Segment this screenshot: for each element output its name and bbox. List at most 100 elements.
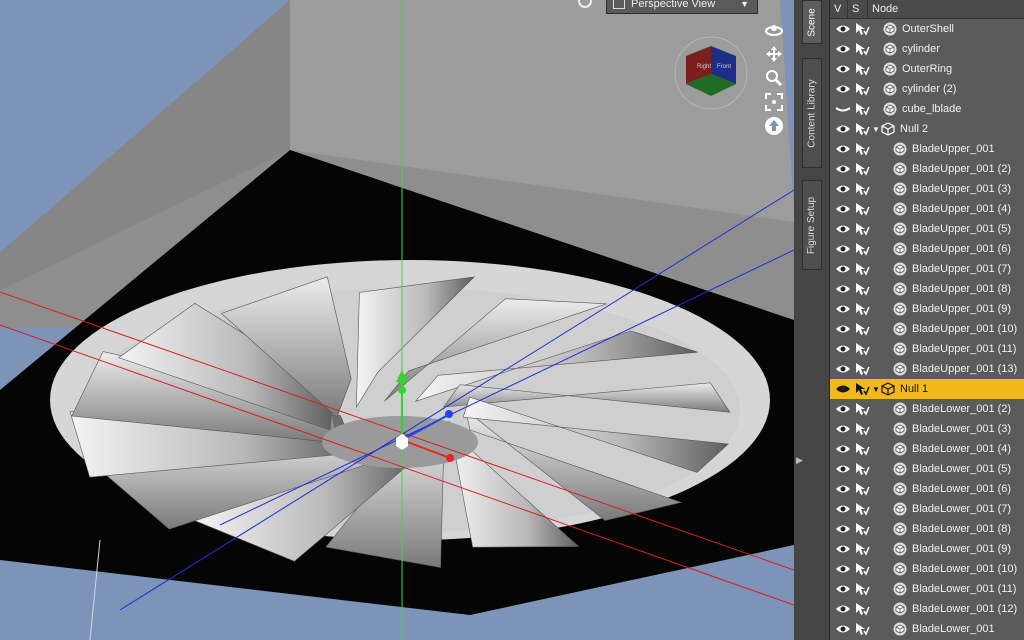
selectable-arrow-icon[interactable] [854,342,870,356]
selectable-arrow-icon[interactable] [854,362,870,376]
visibility-eye-icon[interactable] [834,84,852,94]
scene-row[interactable]: ▼ Null 1 [830,379,1024,399]
pan-icon[interactable] [764,42,784,66]
tab-content-library[interactable]: Content Library [802,58,822,168]
visibility-eye-icon[interactable] [834,44,852,54]
scene-row[interactable]: BladeLower_001 (5) [830,459,1024,479]
selectable-arrow-icon[interactable] [854,262,870,276]
scene-row[interactable]: BladeUpper_001 (11) [830,339,1024,359]
visibility-eye-icon[interactable] [834,384,852,394]
selectable-arrow-icon[interactable] [854,502,870,516]
visibility-eye-icon[interactable] [834,204,852,214]
view-selector[interactable]: Perspective View ▼ [606,0,758,14]
visibility-eye-icon[interactable] [834,264,852,274]
selectable-arrow-icon[interactable] [854,622,870,636]
selectable-arrow-icon[interactable] [854,202,870,216]
visibility-eye-icon[interactable] [834,424,852,434]
visibility-eye-icon[interactable] [834,404,852,414]
scene-row[interactable]: BladeLower_001 (6) [830,479,1024,499]
selectable-arrow-icon[interactable] [854,322,870,336]
selectable-arrow-icon[interactable] [854,402,870,416]
scene-row[interactable]: OuterShell [830,19,1024,39]
scene-row[interactable]: BladeUpper_001 (8) [830,279,1024,299]
visibility-eye-icon[interactable] [834,64,852,74]
visibility-eye-icon[interactable] [834,584,852,594]
visibility-eye-icon[interactable] [834,544,852,554]
selectable-arrow-icon[interactable] [854,442,870,456]
col-visible[interactable]: V [830,0,848,18]
visibility-eye-icon[interactable] [834,524,852,534]
visibility-eye-icon[interactable] [834,364,852,374]
scene-row[interactable]: ▼ Null 2 [830,119,1024,139]
tab-scene[interactable]: Scene [802,0,822,44]
selectable-arrow-icon[interactable] [854,602,870,616]
selectable-arrow-icon[interactable] [854,182,870,196]
visibility-eye-icon[interactable] [834,144,852,154]
scene-row[interactable]: BladeUpper_001 (10) [830,319,1024,339]
scene-row[interactable]: BladeUpper_001 [830,139,1024,159]
expand-triangle-icon[interactable]: ▼ [872,385,880,394]
selectable-arrow-icon[interactable] [854,82,870,96]
visibility-eye-icon[interactable] [834,104,852,114]
scene-row[interactable]: BladeLower_001 (12) [830,599,1024,619]
visibility-eye-icon[interactable] [834,124,852,134]
visibility-eye-icon[interactable] [834,244,852,254]
selectable-arrow-icon[interactable] [854,562,870,576]
selectable-arrow-icon[interactable] [854,162,870,176]
selectable-arrow-icon[interactable] [854,222,870,236]
scene-row[interactable]: BladeLower_001 (7) [830,499,1024,519]
visibility-eye-icon[interactable] [834,24,852,34]
scene-row[interactable]: BladeLower_001 (9) [830,539,1024,559]
visibility-eye-icon[interactable] [834,484,852,494]
visibility-eye-icon[interactable] [834,164,852,174]
scene-row[interactable]: BladeLower_001 (2) [830,399,1024,419]
scene-row[interactable]: cylinder [830,39,1024,59]
selectable-arrow-icon[interactable] [854,22,870,36]
scene-row[interactable]: BladeUpper_001 (13) [830,359,1024,379]
expand-triangle-icon[interactable]: ▼ [872,125,880,134]
scene-row[interactable]: BladeUpper_001 (7) [830,259,1024,279]
visibility-eye-icon[interactable] [834,564,852,574]
scene-row[interactable]: BladeUpper_001 (3) [830,179,1024,199]
selectable-arrow-icon[interactable] [854,242,870,256]
visibility-eye-icon[interactable] [834,284,852,294]
selectable-arrow-icon[interactable] [854,582,870,596]
selectable-arrow-icon[interactable] [854,62,870,76]
visibility-eye-icon[interactable] [834,344,852,354]
scene-row[interactable]: BladeLower_001 (4) [830,439,1024,459]
selectable-arrow-icon[interactable] [854,462,870,476]
visibility-eye-icon[interactable] [834,444,852,454]
scene-row[interactable]: cube_lblade [830,99,1024,119]
scene-row[interactable]: BladeLower_001 (10) [830,559,1024,579]
scene-row[interactable]: OuterRing [830,59,1024,79]
selectable-arrow-icon[interactable] [854,482,870,496]
visibility-eye-icon[interactable] [834,184,852,194]
orbit-icon[interactable] [764,18,784,42]
scene-row[interactable]: BladeUpper_001 (4) [830,199,1024,219]
selectable-arrow-icon[interactable] [854,102,870,116]
navigation-cube[interactable]: Right Front [672,34,750,112]
tab-figure-setup[interactable]: Figure Setup [802,180,822,270]
selectable-arrow-icon[interactable] [854,142,870,156]
visibility-eye-icon[interactable] [834,304,852,314]
selectable-arrow-icon[interactable] [854,542,870,556]
3d-viewport[interactable]: Perspective View ▼ Right Front [0,0,794,640]
selectable-arrow-icon[interactable] [854,42,870,56]
scene-row[interactable]: BladeUpper_001 (5) [830,219,1024,239]
scene-row[interactable]: BladeUpper_001 (6) [830,239,1024,259]
col-node[interactable]: Node [868,0,1024,18]
selectable-arrow-icon[interactable] [854,122,870,136]
visibility-eye-icon[interactable] [834,224,852,234]
selectable-arrow-icon[interactable] [854,302,870,316]
scene-row[interactable]: BladeLower_001 [830,619,1024,639]
scene-row[interactable]: BladeLower_001 (11) [830,579,1024,599]
home-icon[interactable] [764,114,784,138]
visibility-eye-icon[interactable] [834,624,852,634]
visibility-eye-icon[interactable] [834,604,852,614]
scene-row[interactable]: BladeUpper_001 (9) [830,299,1024,319]
scene-row[interactable]: BladeUpper_001 (2) [830,159,1024,179]
frame-icon[interactable] [764,90,784,114]
selectable-arrow-icon[interactable] [854,422,870,436]
col-selectable[interactable]: S [848,0,868,18]
selectable-arrow-icon[interactable] [854,382,870,396]
